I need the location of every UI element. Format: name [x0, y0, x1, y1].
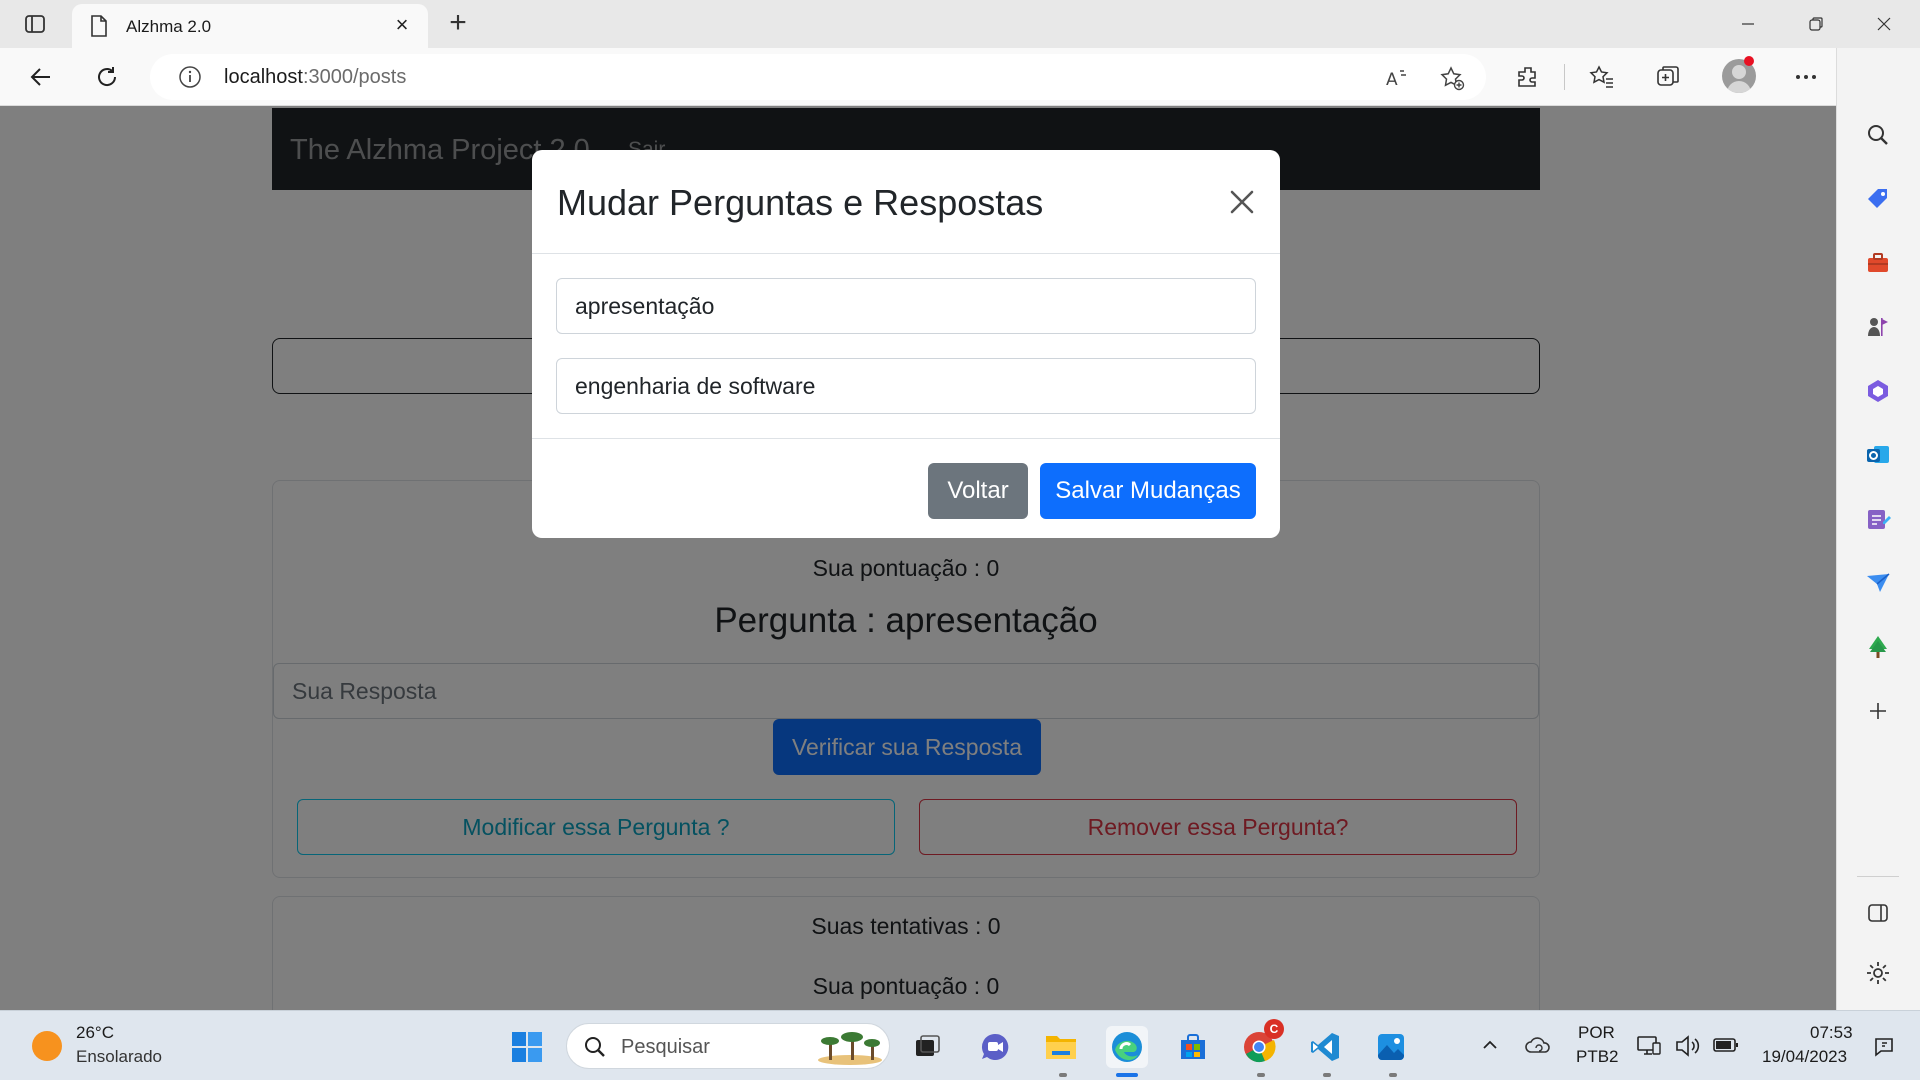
- onedrive-cloud-icon[interactable]: [1524, 1033, 1552, 1057]
- add-favorite-icon[interactable]: [1438, 64, 1466, 92]
- search-icon: [583, 1035, 607, 1064]
- task-view-icon[interactable]: [906, 1026, 948, 1068]
- search-icon[interactable]: [1861, 118, 1895, 152]
- back-arrow-icon[interactable]: [24, 60, 58, 94]
- notifications-icon[interactable]: [1872, 1035, 1896, 1059]
- photos-app-icon[interactable]: [1370, 1026, 1412, 1068]
- address-bar: localhost:3000/posts A: [0, 48, 1920, 106]
- edge-browser-icon[interactable]: [1106, 1026, 1148, 1068]
- more-options-icon[interactable]: [1790, 61, 1822, 93]
- tab-title: Alzhma 2.0: [126, 17, 212, 36]
- back-button[interactable]: Voltar: [928, 463, 1028, 519]
- favorites-icon[interactable]: [1586, 61, 1618, 93]
- microsoft-365-icon[interactable]: [1861, 374, 1895, 408]
- running-indicator: [1257, 1073, 1265, 1077]
- restore-icon[interactable]: [1796, 8, 1836, 40]
- modal-footer: Voltar Salvar Mudanças: [532, 438, 1280, 538]
- browser-tab-bar: Alzhma 2.0 × +: [0, 0, 1920, 48]
- send-arrow-icon[interactable]: [1861, 566, 1895, 600]
- sidebar-divider: [1857, 876, 1899, 877]
- web-page: The Alzhma Project 2.0 Sair Sua pontuaçã…: [0, 106, 1836, 1010]
- modal-title: Mudar Perguntas e Respostas: [557, 182, 1044, 223]
- extensions-icon[interactable]: [1512, 61, 1544, 93]
- show-hidden-icons-chevron-icon[interactable]: [1480, 1035, 1500, 1055]
- new-tab-button[interactable]: +: [442, 8, 474, 40]
- microsoft-store-icon[interactable]: [1172, 1026, 1214, 1068]
- read-aloud-icon[interactable]: A: [1384, 64, 1412, 92]
- weather-temperature[interactable]: 26°C: [76, 1023, 114, 1043]
- running-indicator: [1389, 1073, 1397, 1077]
- toolbar-divider: [1564, 64, 1565, 90]
- weather-description[interactable]: Ensolarado: [76, 1047, 162, 1067]
- profile-notification-dot: [1744, 56, 1754, 66]
- answer-field[interactable]: engenharia de software: [556, 358, 1256, 414]
- shopping-tag-icon[interactable]: [1861, 182, 1895, 216]
- games-icon[interactable]: [1861, 310, 1895, 344]
- language-indicator[interactable]: POR: [1578, 1023, 1615, 1043]
- active-app-indicator: [1116, 1073, 1138, 1077]
- outlook-icon[interactable]: [1861, 438, 1895, 472]
- running-indicator: [1323, 1073, 1331, 1077]
- clock-time[interactable]: 07:53: [1810, 1023, 1853, 1043]
- modal-header: Mudar Perguntas e Respostas: [532, 150, 1280, 254]
- battery-icon[interactable]: [1712, 1035, 1740, 1055]
- close-icon[interactable]: [1224, 184, 1260, 220]
- edge-sidebar: [1836, 48, 1920, 1010]
- tree-icon[interactable]: [1861, 630, 1895, 664]
- teams-chat-icon[interactable]: [974, 1026, 1016, 1068]
- minimize-icon[interactable]: [1728, 8, 1768, 40]
- hide-sidebar-icon[interactable]: [1861, 896, 1895, 930]
- vscode-icon[interactable]: [1304, 1026, 1346, 1068]
- save-changes-button[interactable]: Salvar Mudanças: [1040, 463, 1256, 519]
- running-indicator: [1059, 1073, 1067, 1077]
- svg-text:A: A: [1386, 70, 1398, 89]
- tools-briefcase-icon[interactable]: [1861, 246, 1895, 280]
- keyboard-layout-indicator[interactable]: PTB2: [1576, 1047, 1619, 1067]
- windows-taskbar: 26°C Ensolarado Pesquisar C POR PTB2 07:…: [0, 1010, 1920, 1080]
- network-monitor-icon[interactable]: [1636, 1033, 1662, 1059]
- settings-gear-icon[interactable]: [1861, 956, 1895, 990]
- chrome-profile-badge: C: [1264, 1019, 1284, 1039]
- drop-notes-icon[interactable]: [1861, 502, 1895, 536]
- search-placeholder: Pesquisar: [621, 1036, 710, 1058]
- collections-icon[interactable]: [1652, 61, 1684, 93]
- search-highlight-icon: [815, 1028, 885, 1071]
- page-icon: [90, 15, 108, 42]
- file-explorer-icon[interactable]: [1040, 1026, 1082, 1068]
- volume-icon[interactable]: [1674, 1033, 1702, 1059]
- weather-sun-icon[interactable]: [32, 1031, 62, 1061]
- clock-date[interactable]: 19/04/2023: [1762, 1047, 1847, 1067]
- browser-tab-active[interactable]: Alzhma 2.0 ×: [72, 4, 428, 48]
- close-tab-icon[interactable]: ×: [390, 13, 414, 37]
- taskbar-search-box[interactable]: Pesquisar: [566, 1023, 890, 1069]
- question-field[interactable]: apresentação: [556, 278, 1256, 334]
- tab-actions-icon[interactable]: [22, 11, 48, 37]
- windows-start-icon[interactable]: [506, 1026, 548, 1068]
- close-window-icon[interactable]: [1864, 8, 1904, 40]
- refresh-icon[interactable]: [90, 60, 124, 94]
- url-field[interactable]: localhost:3000/posts A: [150, 54, 1486, 100]
- edit-question-modal: Mudar Perguntas e Respostas apresentação…: [532, 150, 1280, 538]
- site-info-icon[interactable]: [178, 65, 202, 94]
- url-text: localhost:3000/posts: [224, 66, 407, 88]
- add-sidebar-app-icon[interactable]: [1861, 694, 1895, 728]
